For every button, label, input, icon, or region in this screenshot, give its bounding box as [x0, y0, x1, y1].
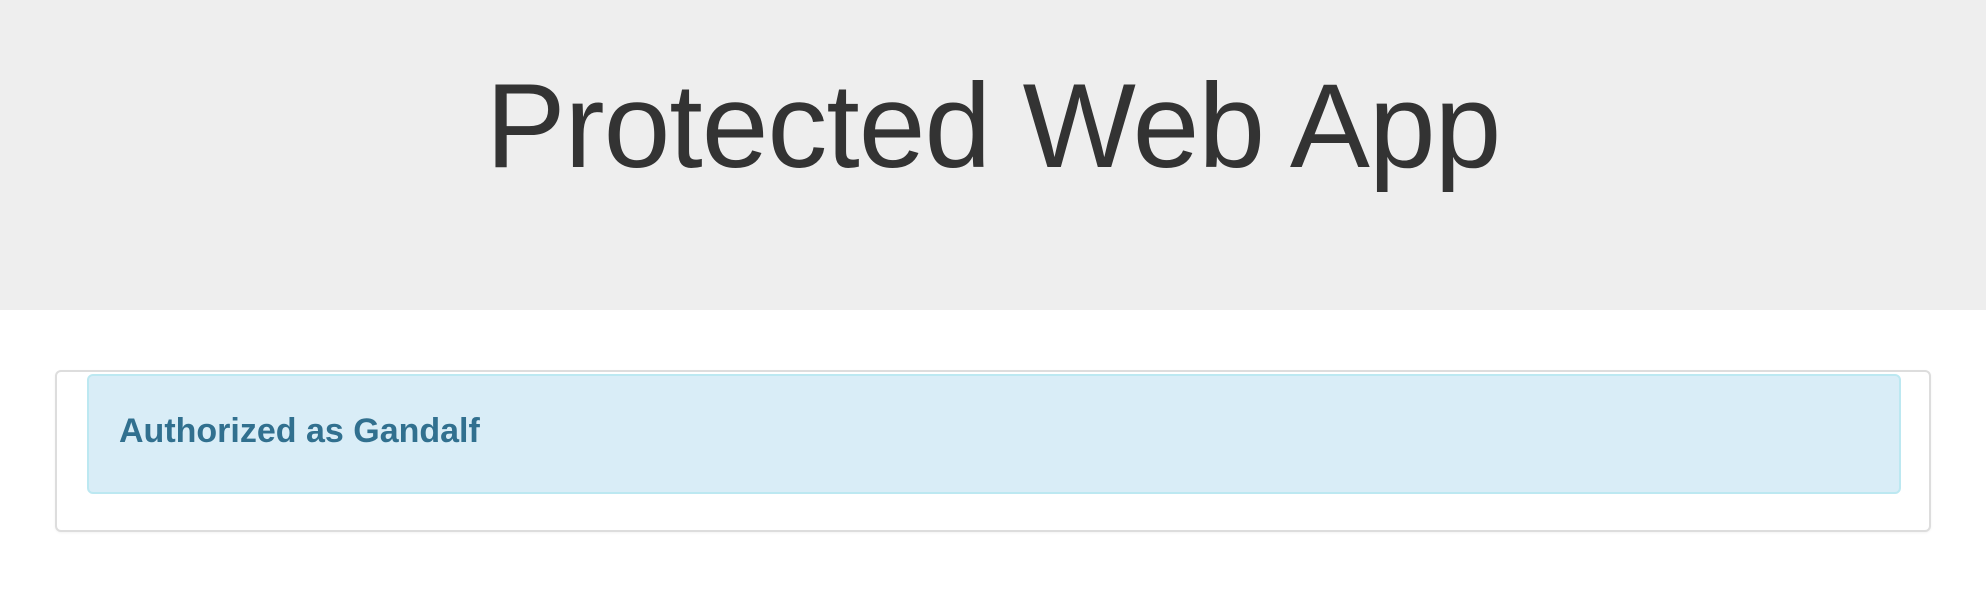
content-panel: Authorized as Gandalf [55, 370, 1931, 532]
page-title: Protected Web App [485, 59, 1502, 193]
jumbotron-header: Protected Web App [0, 0, 1986, 310]
authorization-message: Authorized as Gandalf [119, 412, 480, 450]
authorization-alert: Authorized as Gandalf [87, 374, 1901, 494]
